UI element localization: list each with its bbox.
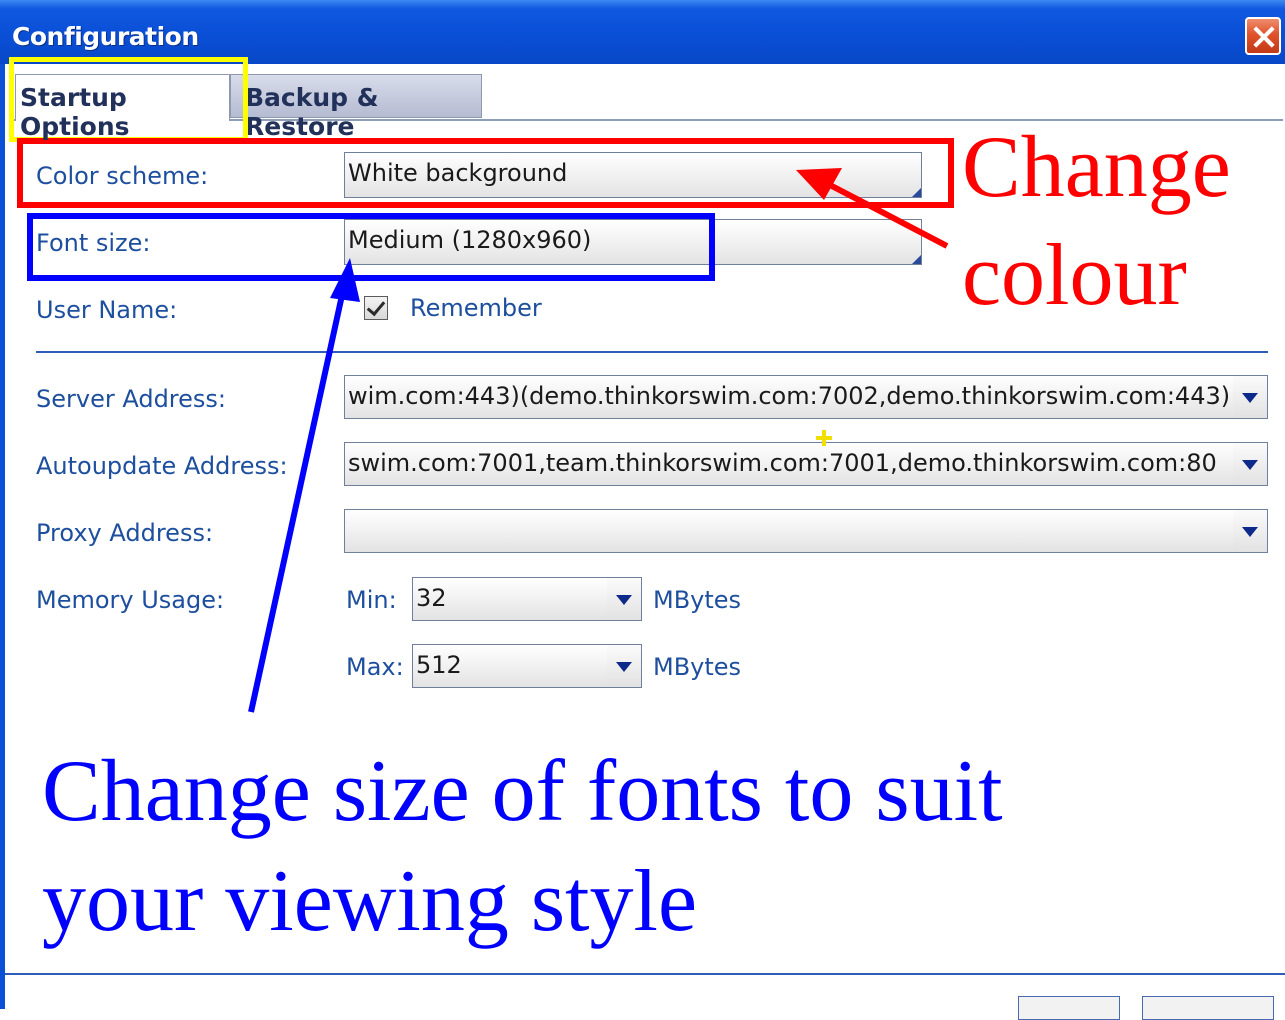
chevron-down-icon[interactable]	[1233, 510, 1267, 552]
remember-label: Remember	[410, 294, 542, 322]
change-fonts-line1: Change size of fonts to suit	[42, 743, 1003, 840]
min-unit-label: MBytes	[653, 586, 742, 614]
chevron-down-icon[interactable]	[607, 645, 641, 687]
window-frame	[0, 64, 5, 1009]
ok-button[interactable]	[1018, 996, 1120, 1020]
tab-backup-restore[interactable]: Backup & Restore	[230, 74, 482, 141]
footer-divider	[5, 973, 1285, 975]
highlight-font-size-box	[27, 213, 715, 281]
server-address-value: wim.com:443)(demo.thinkorswim.com:7002,d…	[348, 382, 1231, 410]
tab-startup-options[interactable]: Startup Options	[15, 74, 230, 141]
section-divider	[36, 351, 1268, 353]
select-corner-icon	[912, 255, 921, 264]
autoupdate-address-combo[interactable]: swim.com:7001,team.thinkorswim.com:7001,…	[344, 442, 1268, 486]
chevron-down-icon[interactable]	[1233, 443, 1267, 485]
max-unit-label: MBytes	[653, 653, 742, 681]
autoupdate-address-label: Autoupdate Address:	[36, 452, 288, 480]
min-memory-combo[interactable]: 32	[412, 577, 642, 621]
change-colour-line2: colour	[962, 227, 1187, 324]
close-icon[interactable]	[1245, 17, 1281, 55]
max-memory-combo[interactable]: 512	[412, 644, 642, 688]
cancel-button[interactable]	[1142, 996, 1274, 1020]
chevron-down-icon[interactable]	[607, 578, 641, 620]
highlight-color-scheme-box	[17, 138, 954, 208]
window-title: Configuration	[12, 22, 199, 51]
server-address-label: Server Address:	[36, 385, 226, 413]
user-name-label: User Name:	[36, 296, 178, 324]
blue-arrow-line	[248, 285, 347, 713]
change-colour-line1: Change	[962, 119, 1231, 216]
memory-usage-label: Memory Usage:	[36, 586, 225, 614]
max-label: Max:	[346, 653, 404, 681]
proxy-address-combo[interactable]	[344, 509, 1268, 553]
server-address-combo[interactable]: wim.com:443)(demo.thinkorswim.com:7002,d…	[344, 375, 1268, 419]
chevron-down-icon[interactable]	[1233, 376, 1267, 418]
min-memory-value: 32	[416, 584, 447, 612]
autoupdate-address-value: swim.com:7001,team.thinkorswim.com:7001,…	[348, 449, 1217, 477]
tab-label: Backup & Restore	[245, 83, 379, 141]
change-fonts-line2: your viewing style	[42, 853, 698, 950]
min-label: Min:	[346, 586, 397, 614]
remember-checkbox[interactable]	[364, 296, 388, 320]
title-bar: Configuration	[0, 0, 1285, 64]
max-memory-value: 512	[416, 651, 462, 679]
proxy-address-label: Proxy Address:	[36, 519, 214, 547]
tab-label: Startup Options	[20, 83, 130, 141]
